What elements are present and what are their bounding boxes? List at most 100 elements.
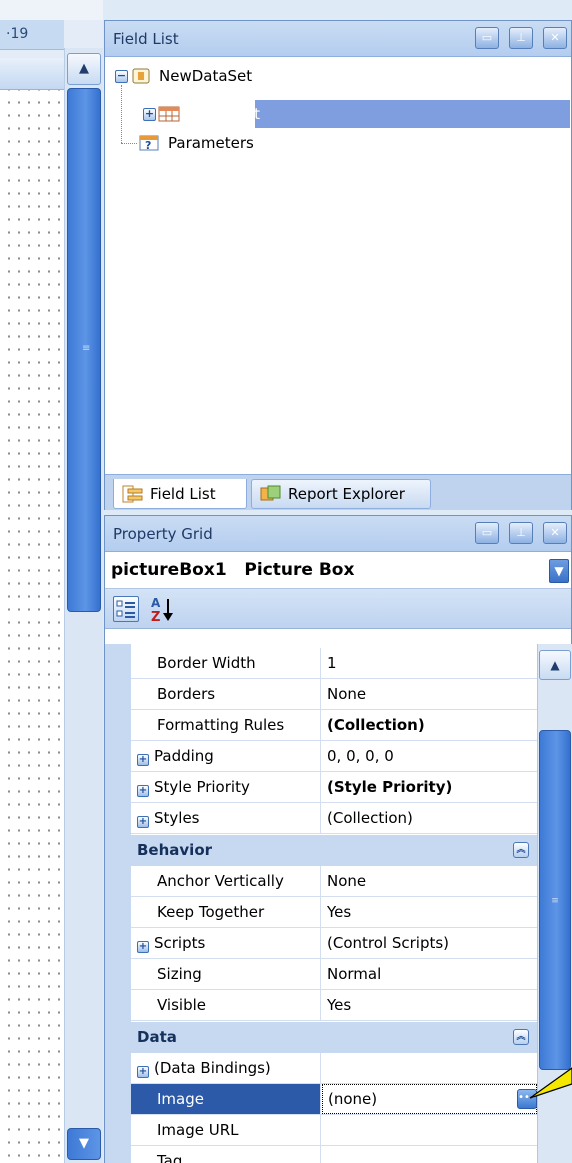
property-name: Sizing bbox=[131, 959, 321, 989]
property-value[interactable]: 0, 0, 0, 0 bbox=[322, 741, 537, 771]
property-row-scripts[interactable]: + Scripts (Control Scripts) bbox=[131, 928, 537, 959]
property-value[interactable] bbox=[322, 1053, 537, 1083]
report-band-header[interactable] bbox=[0, 58, 64, 90]
collapse-icon[interactable]: − bbox=[115, 69, 128, 83]
svg-text:A: A bbox=[151, 596, 161, 610]
property-row-border-width[interactable]: Border Width 1 bbox=[131, 648, 537, 679]
property-row-borders[interactable]: Borders None bbox=[131, 679, 537, 710]
tree-item-label: NewDataSet bbox=[159, 67, 253, 85]
property-value[interactable]: Normal bbox=[322, 959, 537, 989]
expand-icon[interactable]: + bbox=[137, 816, 149, 828]
property-value[interactable]: None bbox=[322, 866, 537, 896]
property-label: Padding bbox=[154, 747, 214, 765]
property-grid-panel: Property Grid ▭ ⊥ ✕ pictureBox1 Picture … bbox=[104, 515, 572, 1163]
expand-icon[interactable]: + bbox=[143, 107, 156, 121]
sort-az-icon: A Z bbox=[151, 596, 173, 625]
property-row-styles[interactable]: + Styles (Collection) bbox=[131, 803, 537, 834]
property-value[interactable]: 1 bbox=[322, 648, 537, 678]
tree-item-label: Parameters bbox=[168, 134, 254, 152]
close-icon[interactable]: ✕ bbox=[543, 27, 567, 49]
property-row-anchor-vertically[interactable]: Anchor Vertically None bbox=[131, 866, 537, 897]
property-row-padding[interactable]: + Padding 0, 0, 0, 0 bbox=[131, 741, 537, 772]
category-data[interactable]: Data ︽ bbox=[131, 1022, 537, 1053]
property-value[interactable] bbox=[322, 1146, 537, 1163]
close-icon[interactable]: ✕ bbox=[543, 522, 567, 544]
ruler-label: ·19 bbox=[6, 26, 29, 42]
design-grid[interactable] bbox=[0, 90, 64, 1163]
property-name: Tag bbox=[131, 1146, 321, 1163]
chevron-down-icon[interactable]: ▼ bbox=[549, 559, 569, 583]
property-row-style-priority[interactable]: + Style Priority (Style Priority) bbox=[131, 772, 537, 803]
tree-item-parameters[interactable]: ? Parameters bbox=[139, 129, 257, 157]
property-name: Image bbox=[131, 1084, 321, 1114]
expand-icon[interactable]: + bbox=[137, 754, 149, 766]
property-name: + Style Priority bbox=[131, 772, 321, 802]
expand-icon[interactable]: + bbox=[137, 1066, 149, 1078]
property-name: Keep Together bbox=[131, 897, 321, 927]
property-value[interactable]: (none) bbox=[322, 1084, 537, 1114]
property-row-sizing[interactable]: Sizing Normal bbox=[131, 959, 537, 990]
ellipsis-button[interactable]: ••• bbox=[517, 1089, 537, 1109]
property-row-data-bindings[interactable]: + (Data Bindings) bbox=[131, 1053, 537, 1084]
categorized-view-button[interactable] bbox=[113, 596, 139, 622]
expand-icon[interactable]: + bbox=[137, 941, 149, 953]
property-name: + Padding bbox=[131, 741, 321, 771]
scroll-up-button[interactable]: ▲ bbox=[67, 53, 101, 85]
minimize-icon[interactable]: ▭ bbox=[475, 522, 499, 544]
property-label: Style Priority bbox=[154, 778, 250, 796]
property-value[interactable] bbox=[322, 1115, 537, 1145]
tree-item-newdataset[interactable]: − NewDataSet bbox=[115, 62, 255, 90]
object-selector[interactable]: pictureBox1 Picture Box ▼ bbox=[105, 553, 571, 589]
property-name: Anchor Vertically bbox=[131, 866, 321, 896]
pin-icon[interactable]: ⊥ bbox=[509, 27, 533, 49]
property-row-image-url[interactable]: Image URL bbox=[131, 1115, 537, 1146]
report-explorer-icon bbox=[260, 485, 281, 501]
tab-label: Report Explorer bbox=[288, 485, 405, 503]
property-name: + (Data Bindings) bbox=[131, 1053, 321, 1083]
categorized-icon bbox=[116, 600, 135, 618]
collapse-category-icon[interactable]: ︽ bbox=[513, 842, 529, 858]
field-list-icon bbox=[122, 485, 143, 502]
tab-field-list[interactable]: Field List bbox=[113, 479, 247, 509]
svg-text:Z: Z bbox=[151, 610, 160, 623]
collapse-category-icon[interactable]: ︽ bbox=[513, 1029, 529, 1045]
grip-icon: ≡ bbox=[82, 343, 91, 354]
chevron-up-icon: ▲ bbox=[79, 61, 89, 76]
property-value[interactable]: Yes bbox=[322, 990, 537, 1020]
property-label: Scripts bbox=[154, 934, 206, 952]
property-row-keep-together[interactable]: Keep Together Yes bbox=[131, 897, 537, 928]
category-label: Behavior bbox=[137, 841, 213, 859]
property-row-image[interactable]: Image (none) bbox=[131, 1084, 537, 1115]
tree-item-soreport[interactable]: + SOReport bbox=[143, 100, 263, 128]
chevron-up-icon[interactable]: ▲ bbox=[539, 650, 571, 680]
alphabetical-sort-button[interactable]: A Z bbox=[149, 595, 177, 625]
property-list: Border Width 1 Borders None Formatting R… bbox=[105, 644, 537, 1163]
property-value[interactable]: (Collection) bbox=[322, 710, 537, 740]
selected-object: pictureBox1 Picture Box bbox=[111, 560, 354, 580]
designer-top-strip bbox=[0, 0, 103, 20]
field-list-tabstrip: Field List Report Explorer bbox=[105, 474, 571, 510]
category-behavior[interactable]: Behavior ︽ bbox=[131, 835, 537, 866]
dataset-icon bbox=[132, 68, 150, 84]
expand-icon[interactable]: + bbox=[137, 785, 149, 797]
tab-report-explorer[interactable]: Report Explorer bbox=[251, 479, 431, 509]
property-name: Visible bbox=[131, 990, 321, 1020]
property-row-tag[interactable]: Tag bbox=[131, 1146, 537, 1163]
property-row-formatting-rules[interactable]: Formatting Rules (Collection) bbox=[131, 710, 537, 741]
property-row-visible[interactable]: Visible Yes bbox=[131, 990, 537, 1021]
pin-icon[interactable]: ⊥ bbox=[509, 522, 533, 544]
panel-title: Property Grid bbox=[113, 525, 213, 543]
property-value[interactable]: None bbox=[322, 679, 537, 709]
property-value[interactable]: (Style Priority) bbox=[322, 772, 537, 802]
property-value[interactable]: Yes bbox=[322, 897, 537, 927]
property-grid-caption: Property Grid ▭ ⊥ ✕ bbox=[105, 516, 571, 552]
scroll-down-button[interactable]: ▼ bbox=[67, 1128, 101, 1160]
tree-selection-highlight bbox=[255, 100, 570, 128]
panel-title: Field List bbox=[113, 30, 179, 48]
minimize-icon[interactable]: ▭ bbox=[475, 27, 499, 49]
property-value[interactable]: (Collection) bbox=[322, 803, 537, 833]
scrollbar-thumb[interactable]: ≡ bbox=[539, 730, 571, 1070]
property-label: (Data Bindings) bbox=[154, 1059, 271, 1077]
svg-text:?: ? bbox=[145, 139, 151, 152]
property-value[interactable]: (Control Scripts) bbox=[322, 928, 537, 958]
